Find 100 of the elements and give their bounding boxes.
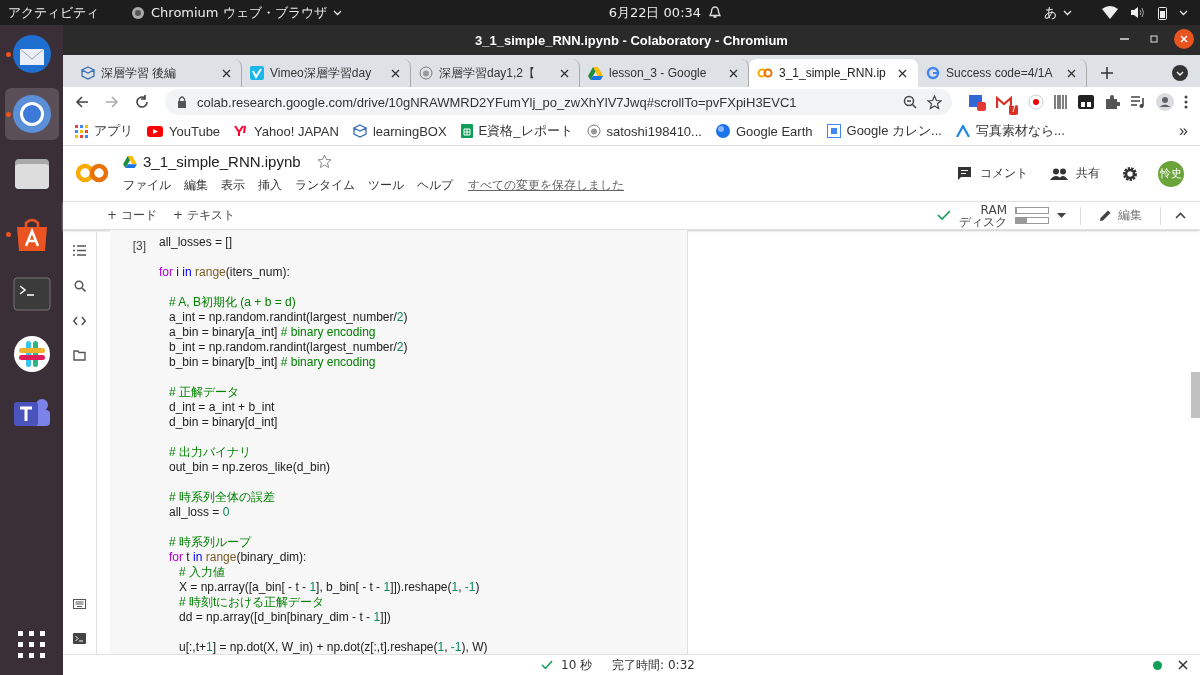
keyboard-icon[interactable]	[73, 599, 86, 609]
app-menu[interactable]: Chromium ウェブ・ブラウザ	[131, 3, 342, 22]
scrollbar-thumb[interactable]	[1191, 372, 1200, 418]
bookmark-item[interactable]: 写真素材なら...	[955, 122, 1065, 140]
bookmark-item[interactable]: Google カレン...	[826, 122, 942, 140]
bookmark-item[interactable]: satoshi198410...	[586, 123, 702, 139]
code-line: a_int = np.random.randint(largest_number/2)	[168, 310, 409, 325]
bookmark-item[interactable]: learningBOX	[352, 123, 447, 139]
browser-tab[interactable]: Vimeo深層学習day	[242, 59, 411, 87]
reload-icon[interactable]	[135, 95, 149, 109]
colab-logo-icon	[757, 68, 773, 78]
settings-icon[interactable]	[1122, 165, 1138, 182]
collapse-icon[interactable]	[1175, 212, 1186, 219]
code-line: # 時系列ループ	[168, 535, 253, 550]
unread-badge: 7	[1008, 104, 1018, 115]
save-status-link[interactable]: すべての変更を保存しました	[468, 177, 624, 194]
folder-icon[interactable]	[73, 350, 86, 361]
completion-time: 完了時間: 0:32	[612, 656, 695, 674]
code-cell[interactable]	[110, 230, 688, 654]
tab-title: 3_1_simple_RNN.ip	[779, 66, 887, 80]
menu-item[interactable]: ヘルプ	[417, 177, 453, 194]
maximize-icon	[1149, 34, 1159, 44]
close-icon	[221, 68, 231, 78]
more-bookmarks-button[interactable]: »	[1179, 122, 1188, 140]
menu-item[interactable]: ファイル	[123, 177, 171, 194]
box-icon	[352, 124, 367, 138]
bookmark-item[interactable]: アプリ	[75, 122, 133, 140]
tab-title: 深層学習 後編	[101, 64, 178, 82]
code-line: d_int = a_int + b_int	[168, 400, 276, 415]
code-line: # A, B初期化 (a + b = d)	[168, 295, 297, 310]
window-title: 3_1_simple_RNN.ipynb - Colaboratory - Chromium	[475, 32, 788, 48]
close-icon	[559, 68, 569, 78]
code-line: a_bin = binary[a_int] # binary encoding	[168, 325, 377, 340]
code-line: u[:,t+1] = np.dot(X, W_in) + np.dot(z[:,t].reshape(1, -1), W)	[178, 640, 488, 655]
terminal-icon[interactable]	[73, 633, 86, 644]
mail-extension-button[interactable]: 7	[996, 95, 1018, 115]
back-icon[interactable]	[75, 95, 89, 109]
dock-item[interactable]	[4, 88, 59, 140]
bookmark-item[interactable]: YouTube	[147, 123, 221, 139]
bookmark-item[interactable]: E資格_レポート	[460, 122, 573, 140]
mail-icon	[996, 95, 1012, 109]
star-icon[interactable]	[316, 154, 332, 169]
zoom-icon[interactable]	[903, 95, 917, 109]
close-button[interactable]	[1174, 29, 1194, 49]
puzzle-icon[interactable]	[1104, 94, 1120, 110]
star-icon[interactable]	[927, 94, 942, 110]
url-text: colab.research.google.com/drive/10gNRAWMRD2YFumYlj_po_zwXhYlV7Jwq#scrollTo=pvFXpiH3EVC1	[197, 94, 797, 110]
app-grid-icon[interactable]	[17, 631, 46, 659]
input-method[interactable]: あ	[1044, 3, 1072, 22]
close-icon	[1066, 68, 1076, 78]
menu-item[interactable]: ツール	[368, 177, 404, 194]
search-icon[interactable]	[73, 280, 86, 292]
profile-icon[interactable]	[1156, 93, 1174, 111]
bell-icon	[709, 6, 722, 19]
browser-tab[interactable]: 3_1_simple_RNN.ip	[749, 59, 918, 87]
code-line: # 出力バイナリ	[168, 445, 252, 460]
notebook-name[interactable]: 3_1_simple_RNN.ipynb	[143, 153, 301, 170]
code-line: d_bin = binary[d_int]	[168, 415, 279, 430]
menu-icon[interactable]	[1184, 95, 1188, 109]
volume-icon[interactable]	[1130, 6, 1146, 19]
calendar-extension-icon[interactable]	[968, 93, 986, 111]
code-icon[interactable]	[73, 316, 86, 326]
record-icon[interactable]	[1028, 94, 1044, 110]
code-line: # 時系列全体の誤差	[168, 490, 276, 505]
playlist-icon[interactable]	[1130, 95, 1146, 109]
browser-tab[interactable]: Success code=4/1A	[918, 59, 1087, 87]
add-text-button[interactable]: + テキスト	[168, 205, 239, 226]
browser-tab[interactable]: 深層学習day1,2【	[411, 59, 580, 87]
bookmark-item[interactable]: Google Earth	[715, 123, 813, 139]
battery-icon[interactable]	[1158, 5, 1167, 20]
menu-item[interactable]: ランタイム	[295, 177, 355, 194]
share-button[interactable]: 共有	[1050, 165, 1100, 182]
terminal-icon	[11, 276, 52, 312]
box-icon	[81, 66, 95, 80]
close-icon[interactable]	[1178, 660, 1188, 670]
code-line: for i in range(iters_num):	[159, 265, 291, 280]
add-code-button[interactable]: + コード	[103, 205, 161, 226]
code-line: all_loss = 0	[168, 505, 231, 520]
menu-item[interactable]: 編集	[184, 177, 208, 194]
browser-tab[interactable]: 深層学習 後編	[73, 59, 242, 87]
menu-item[interactable]: 挿入	[258, 177, 282, 194]
activities-button[interactable]: アクティビティ	[8, 3, 99, 22]
dropdown-caret-icon[interactable]	[1057, 213, 1066, 218]
barcode-icon[interactable]	[1054, 94, 1068, 110]
bookmark-item[interactable]: Yahoo! JAPAN	[234, 123, 339, 139]
y-logo-icon	[234, 125, 249, 137]
clock[interactable]: 6月22日 00:34	[608, 3, 702, 22]
code-line: X = np.array([a_bin[ - t - 1], b_bin[ - t - 1]]).reshape(1, -1)	[178, 580, 481, 595]
hash-logo-icon	[11, 334, 52, 374]
wifi-icon[interactable]	[1102, 6, 1118, 19]
colab-logo-icon[interactable]	[75, 163, 109, 183]
ram-label: RAM	[980, 203, 1007, 216]
google-logo-icon	[926, 66, 940, 80]
chevron-down-icon[interactable]	[1179, 9, 1188, 16]
menu-item[interactable]: 表示	[221, 177, 245, 194]
comment-button[interactable]: コメント	[957, 165, 1028, 182]
address-bar[interactable]: colab.research.google.com/drive/10gNRAWMRD2YFumYlj_po_zwXhYlV7Jwq#scrollTo=pvFXpiH3EVC1	[165, 89, 952, 115]
table-of-contents-icon[interactable]	[73, 245, 86, 256]
tab-title: lesson_3 - Google	[609, 66, 708, 80]
edit-button[interactable]: 編集	[1095, 205, 1146, 226]
